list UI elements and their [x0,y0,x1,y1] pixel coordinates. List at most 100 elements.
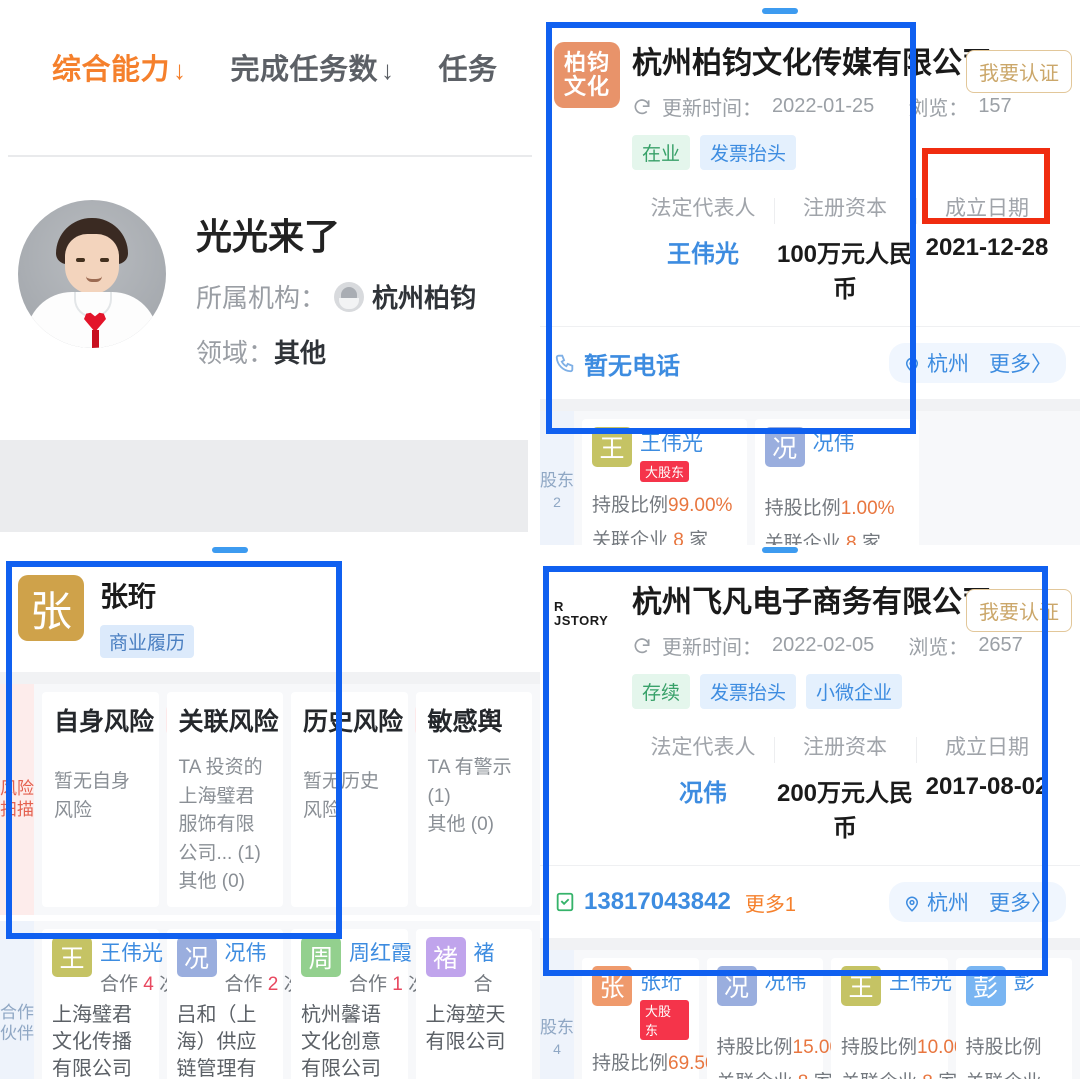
risk-detail: TA 投资的上海璧君 服饰有限公司... (1) 其他 (0) [179,754,272,897]
partner-item[interactable]: 周 周红霞 合作 1 次 杭州馨语文化创意有限公司 [291,928,427,1079]
shareholder-item[interactable]: 张 张珩 大股东 持股比例69.50% 关联企业 8 家 [582,958,732,1079]
risk-detail: 暂无历史风险 [303,771,380,821]
stat-legal-rep[interactable]: 法定代表人 况伟 [632,731,774,843]
partner-item[interactable]: 褚 褚 合 上海堃天有限公司 [415,928,532,1079]
risk-title: 自身风险 [54,708,155,736]
partner-company: 上海璧君文化传播有限公司 [52,1003,132,1079]
location-label: 杭州 [927,353,969,376]
ratio-value: 1.00% [840,498,895,519]
org-avatar-icon [334,281,365,312]
partner-item[interactable]: 王 王伟光 合作 4 次 上海璧君文化传播有限公司 [42,928,178,1079]
ratio-label: 持股比例 [965,1037,1042,1058]
person-avatar: 王 [52,936,92,977]
person-name[interactable]: 彭 [1014,966,1035,996]
strip-count: 2 [553,494,561,511]
risk-detail: 暂无自身风险 [54,771,131,821]
verify-button[interactable]: 我要认证 [966,589,1072,632]
related-label: 关联企业 [717,1072,793,1079]
person-name[interactable]: 张珩 [640,966,689,996]
phone-more-count[interactable]: 更多1 [745,888,796,917]
person-avatar: 周 [301,936,341,977]
company-logo: 柏钧 文化 [554,42,620,108]
stat-legal-rep[interactable]: 法定代表人 王伟光 [632,192,774,304]
sort-down-arrow-icon: ↓ [173,55,187,85]
shareholders-items: 张 张珩 大股东 持股比例69.50% 关联企业 8 家 [574,950,1080,1079]
stat-label: 成立日期 [945,197,1029,220]
person-avatar: 褚 [425,936,466,977]
strip-count: 4 [553,1041,561,1058]
major-shareholder-badge: 大股东 [640,461,690,482]
location-more-group[interactable]: 杭州 更多〉 [889,882,1066,922]
views-value: 2657 [978,634,1023,656]
company-tag-row: 存续 发票抬头 小微企业 [632,674,1064,709]
section-separator [0,672,540,684]
coop-label: 合作 [224,973,263,995]
company-update-row: 更新时间： 2022-01-25 浏览： 157 [632,92,1064,121]
person-card-zhangheng: 张 张珩 商业履历 风险扫描 自身风险 0 暂无自身风险 [0,559,540,1079]
shareholder-item[interactable]: 况 况伟 持股比例15.00% 关联企业 8 家 [706,958,857,1079]
location-more-group[interactable]: 杭州 更多〉 [889,343,1066,383]
phone-value[interactable]: 13817043842 [584,888,731,916]
related-label: 关联企业 [592,530,669,545]
stat-value: 2021-12-28 [925,234,1049,261]
sort-down-arrow-icon: ↓ [381,55,395,85]
person-card-header[interactable]: 张 张珩 商业履历 [0,559,540,672]
phone-row[interactable]: 13817043842 更多1 [554,888,796,917]
person-name[interactable]: 王伟光 [889,966,952,996]
risk-card-related[interactable]: 关联风险 1 TA 投资的上海璧君 服饰有限公司... (1) 其他 (0) [166,692,355,907]
phone-row[interactable]: 暂无电话 [554,346,680,381]
person-name[interactable]: 况伟 [765,966,807,996]
field-value: 其他 [274,338,327,368]
risk-card-history[interactable]: 历史风险 0 暂无历史风险 [291,692,479,907]
field-label: 领域： [196,338,275,368]
shareholder-item[interactable]: 王 王伟光 持股比例10.00% 关联企业 8 家 [831,958,981,1079]
sort-tab-tasks[interactable]: 任务 [439,46,498,88]
coop-label: 合 [473,973,493,995]
stat-value[interactable]: 王伟光 [632,234,774,269]
more-link[interactable]: 更多〉 [989,887,1052,917]
related-row: 关联企业 8 家 [717,1067,833,1079]
update-date: 2022-02-05 [772,634,875,656]
company-logo-line2: 文化 [563,74,610,99]
sort-tab-comprehensive[interactable]: 综合能力 ↓ [52,46,187,88]
panel-company-feifan: R JSTORY 杭州飞凡电子商务有限公司 更新时间： 2022-02-05 浏… [540,545,1080,1079]
person-name[interactable]: 王伟光 [640,427,703,457]
business-resume-badge[interactable]: 商业履历 [100,625,195,658]
risk-card-self[interactable]: 自身风险 0 暂无自身风险 [42,692,230,907]
stat-registered-capital: 注册资本 100万元人民币 [774,192,916,304]
partner-company: 上海堃天有限公司 [425,1003,506,1053]
company-update-row: 更新时间： 2022-02-05 浏览： 2657 [632,631,1064,660]
location[interactable]: 杭州 [903,887,969,917]
phone-value: 暂无电话 [584,352,680,380]
stat-value[interactable]: 况伟 [632,773,774,808]
person-avatar: 况 [176,936,217,977]
views-value: 157 [978,95,1012,117]
verify-button[interactable]: 我要认证 [966,50,1072,93]
company-card-feifan: R JSTORY 杭州飞凡电子商务有限公司 更新时间： 2022-02-05 浏… [540,559,1080,1079]
more-link[interactable]: 更多〉 [989,348,1052,378]
partner-item[interactable]: 况 况伟 合作 2 次 吕和（上海）供应链管理有限公司 [166,928,303,1079]
invoice-badge[interactable]: 发票抬头 [700,674,797,709]
influencer-row[interactable]: 光光来了 所属机构： 杭州柏钧 领域： 其他 [0,200,540,370]
shareholder-item[interactable]: 况 况伟 持股比例1.00% 关联企业 8 家 [754,419,920,545]
shareholder-item[interactable]: 彭 彭 持股比例 关联企业 [955,958,1072,1079]
ratio-row: 持股比例69.50% [592,1048,732,1075]
person-name[interactable]: 褚 [474,937,495,967]
invoice-badge[interactable]: 发票抬头 [700,135,797,170]
risk-card-sentiment[interactable]: 敏感舆 TA 有警示 (1) 其他 (0) [415,692,532,907]
shareholder-item[interactable]: 王 王伟光 大股东 持股比例99.00% 关联企业 8 家 [582,419,747,545]
person-avatar: 王 [592,427,632,467]
person-name[interactable]: 况伟 [813,427,855,457]
influencer-field-row: 领域： 其他 [196,333,476,370]
shareholders-label: 股东 2 [540,411,574,545]
sort-tab-completed-tasks[interactable]: 完成任务数 ↓ [231,46,395,88]
sort-tab-bar[interactable]: 综合能力 ↓ 完成任务数 ↓ 任务 [0,0,540,88]
location[interactable]: 杭州 [903,348,969,378]
company-logo-line1: 柏钧 [563,50,610,76]
coop-count: 1 [392,973,403,995]
small-enterprise-badge[interactable]: 小微企业 [806,674,903,709]
related-label: 关联企业 [966,1072,1042,1079]
partner-company: 杭州馨语文化创意有限公司 [301,1003,381,1079]
update-label: 更新时间： [662,637,762,659]
person-avatar: 彭 [965,966,1006,1006]
